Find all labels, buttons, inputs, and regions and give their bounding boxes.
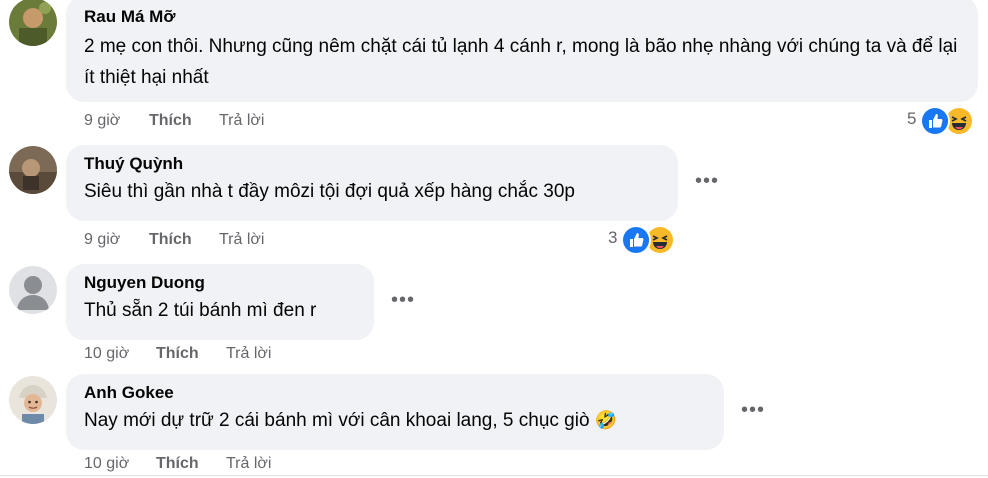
reply-link[interactable]: Trả lời — [226, 455, 271, 473]
comment-author[interactable]: Nguyen Duong — [84, 272, 360, 294]
avatar[interactable] — [9, 0, 57, 46]
avatar[interactable] — [9, 146, 57, 194]
comment-text: Nay mới dự trữ 2 cái bánh mì với cân kho… — [84, 405, 710, 436]
comment-author[interactable]: Anh Gokee — [84, 382, 710, 404]
comment-bubble: Rau Má Mỡ 2 mẹ con thôi. Nhưng cũng nêm … — [66, 0, 978, 102]
more-options-button[interactable]: ••• — [385, 286, 421, 322]
reply-link[interactable]: Trả lời — [226, 345, 271, 363]
divider — [0, 475, 988, 476]
comment-text: 2 mẹ con thôi. Nhưng cũng nêm chặt cái t… — [84, 36, 958, 88]
comment-bubble: Nguyen Duong Thủ sẵn 2 túi bánh mì đen r — [66, 264, 374, 340]
reply-link[interactable]: Trả lời — [219, 231, 264, 249]
comment-text: Thủ sẵn 2 túi bánh mì đen r — [84, 300, 317, 321]
reply-link[interactable]: Trả lời — [219, 112, 264, 130]
reaction-summary[interactable]: 3 — [607, 225, 677, 255]
comment-bubble: Thuý Quỳnh Siêu thì gần nhà t đầy môzi t… — [66, 145, 678, 221]
reaction-count: 3 — [608, 228, 618, 247]
more-options-button[interactable]: ••• — [689, 167, 725, 203]
avatar[interactable] — [9, 376, 57, 424]
comment-author[interactable]: Rau Má Mỡ — [84, 6, 964, 28]
like-link[interactable]: Thích — [156, 345, 199, 363]
comment-time[interactable]: 9 giờ — [84, 231, 120, 249]
like-icon — [621, 225, 651, 255]
comment-time[interactable]: 10 giờ — [84, 345, 129, 363]
like-link[interactable]: Thích — [149, 112, 192, 130]
like-icon — [920, 106, 950, 136]
comment-time[interactable]: 10 giờ — [84, 455, 129, 473]
comment-time[interactable]: 9 giờ — [84, 112, 120, 130]
reaction-summary[interactable]: 5 — [906, 106, 976, 136]
avatar[interactable] — [9, 266, 57, 314]
like-link[interactable]: Thích — [156, 455, 199, 473]
more-options-button[interactable]: ••• — [735, 396, 771, 432]
comment-bubble: Anh Gokee Nay mới dự trữ 2 cái bánh mì v… — [66, 374, 724, 450]
like-link[interactable]: Thích — [149, 231, 192, 249]
reaction-count: 5 — [907, 109, 917, 128]
comment-text-body: Nay mới dự trữ 2 cái bánh mì với cân kho… — [84, 410, 590, 431]
comment-text: Siêu thì gần nhà t đầy môzi tội đợi quả … — [84, 181, 575, 202]
comment-author[interactable]: Thuý Quỳnh — [84, 153, 664, 175]
rolling-laughing-emoji: 🤣 — [594, 410, 618, 430]
